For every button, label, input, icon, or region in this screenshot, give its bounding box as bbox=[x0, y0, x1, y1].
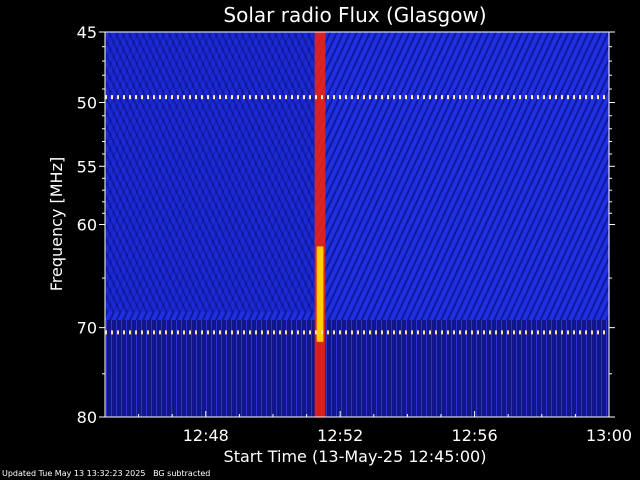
y-tick-label: 45 bbox=[77, 23, 97, 42]
low-frequency-band bbox=[105, 320, 609, 417]
burst-mark bbox=[314, 32, 326, 417]
x-axis-label: Start Time (13-May-25 12:45:00) bbox=[224, 447, 487, 466]
x-tick-label: 12:56 bbox=[452, 426, 498, 445]
background-note: BG subtracted bbox=[153, 469, 211, 478]
plot-area bbox=[105, 32, 609, 417]
y-tick-label: 80 bbox=[77, 408, 97, 427]
y-tick-label: 50 bbox=[77, 94, 97, 113]
burst-core-mark bbox=[316, 246, 324, 342]
y-axis-label: Frequency [MHz] bbox=[47, 157, 66, 291]
x-tick-label: 12:48 bbox=[183, 426, 229, 445]
footer-status: Updated Tue May 13 13:32:23 2025 BG subt… bbox=[2, 469, 210, 478]
chart-title: Solar radio Flux (Glasgow) bbox=[223, 3, 486, 27]
y-tick-label: 60 bbox=[77, 216, 97, 235]
x-tick-label: 13:00 bbox=[586, 426, 632, 445]
y-tick-label: 55 bbox=[77, 157, 97, 176]
updated-timestamp: Updated Tue May 13 13:32:23 2025 bbox=[2, 469, 146, 478]
y-tick-label: 70 bbox=[77, 319, 97, 338]
x-tick-label: 12:52 bbox=[317, 426, 363, 445]
spectrogram-chart: Solar radio Flux (Glasgow) 455055607080 … bbox=[47, 3, 632, 466]
plot-background-left bbox=[105, 32, 315, 312]
